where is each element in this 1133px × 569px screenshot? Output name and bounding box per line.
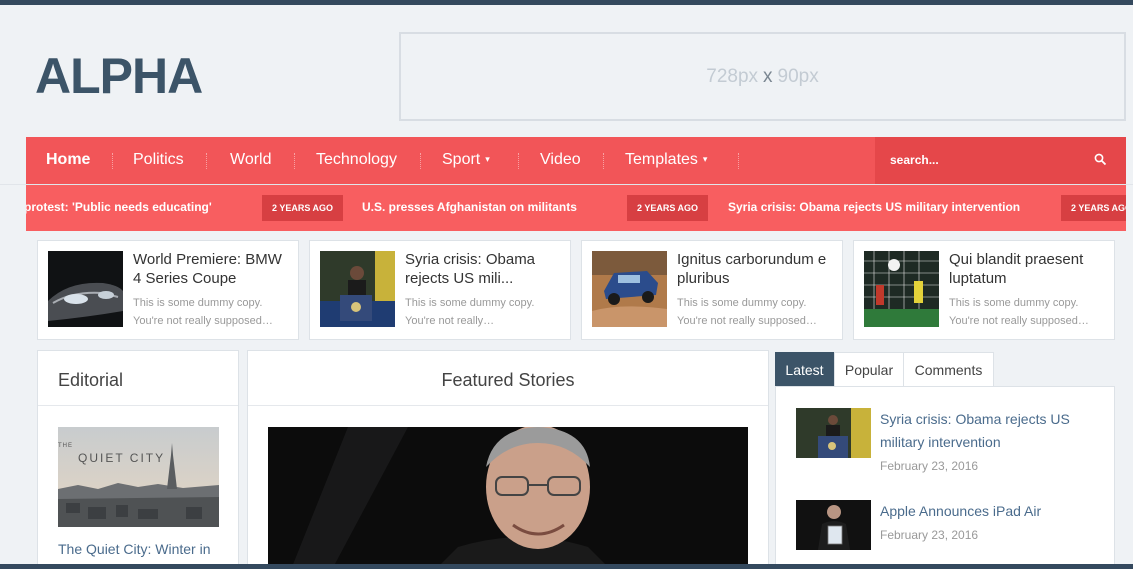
- rally-car-image: [592, 251, 667, 327]
- ticker-item-title[interactable]: U.S. presses Afghanistan on militants: [362, 200, 577, 214]
- post-title[interactable]: Qui blandit praesent luptatum: [949, 250, 1107, 288]
- nav-label: World: [230, 151, 272, 168]
- ad-banner-placeholder[interactable]: 728px x 90px: [399, 32, 1126, 121]
- nav-label: Politics: [133, 151, 184, 168]
- post-card[interactable]: Ignitus carborundum e pluribus This is s…: [581, 240, 843, 340]
- nav-item-templates[interactable]: Templates ▾: [625, 137, 707, 184]
- post-title[interactable]: Ignitus carborundum e pluribus: [677, 250, 835, 288]
- main-nav: Home Politics World Technology Sport ▾ Vi…: [26, 137, 1126, 184]
- news-ticker: protest: 'Public needs educating' 2 YEAR…: [26, 185, 1126, 231]
- nav-label: Templates: [625, 151, 698, 168]
- tab-latest[interactable]: Latest: [775, 352, 834, 387]
- featured-stories-widget: Featured Stories: [247, 350, 769, 569]
- ticker-time-badge: 2 YEARS AGO: [627, 195, 709, 221]
- ipad-thumb-image: [796, 500, 871, 550]
- sidebar-post-title[interactable]: Syria crisis: Obama rejects US military …: [880, 408, 1095, 454]
- ad-width-text: 728px: [706, 65, 759, 87]
- obama-thumb-image: [796, 408, 871, 458]
- post-excerpt: This is some dummy copy. You're not real…: [133, 297, 273, 327]
- featured-story-image[interactable]: [268, 427, 748, 569]
- nav-item-sport[interactable]: Sport ▾: [442, 137, 490, 184]
- post-thumbnail[interactable]: [864, 251, 939, 327]
- widget-title: Editorial: [38, 351, 238, 406]
- nav-item-politics[interactable]: Politics: [133, 137, 184, 184]
- post-excerpt: This is some dummy copy. You're not real…: [949, 297, 1089, 327]
- nav-label: Sport: [442, 151, 481, 168]
- nav-item-home[interactable]: Home: [46, 137, 90, 184]
- search-box: [875, 137, 1126, 184]
- search-icon: [1094, 153, 1107, 166]
- editorial-image[interactable]: [58, 427, 219, 527]
- post-card[interactable]: Qui blandit praesent luptatum This is so…: [853, 240, 1115, 340]
- site-logo[interactable]: ALPHA: [35, 47, 203, 105]
- ad-x-text: x: [763, 65, 773, 87]
- search-input[interactable]: [890, 150, 1080, 170]
- post-title[interactable]: World Premiere: BMW 4 Series Coupe: [133, 250, 291, 288]
- ticker-item-title[interactable]: Syria crisis: Obama rejects US military …: [728, 200, 1020, 214]
- sidebar-post-date: February 23, 2016: [880, 528, 979, 542]
- image-caption: QUIET CITY: [78, 451, 166, 465]
- tim-cook-image: [268, 427, 748, 569]
- caret-down-icon: ▾: [702, 154, 708, 164]
- nav-separator: [738, 153, 739, 169]
- post-thumbnail[interactable]: [48, 251, 123, 327]
- obama-podium-image: [320, 251, 395, 327]
- search-button[interactable]: [1093, 153, 1108, 168]
- image-caption-small: THE: [58, 443, 73, 449]
- widget-title: Featured Stories: [248, 351, 768, 406]
- ticker-time-badge: 2 YEARS AGO: [1061, 195, 1126, 221]
- nav-item-world[interactable]: World: [230, 137, 272, 184]
- nav-item-technology[interactable]: Technology: [316, 137, 397, 184]
- nav-separator: [420, 153, 421, 169]
- post-card[interactable]: Syria crisis: Obama rejects US mili... T…: [309, 240, 571, 340]
- nav-separator: [112, 153, 113, 169]
- post-excerpt: This is some dummy copy. You're not real…: [677, 297, 817, 327]
- sidebar-post-thumbnail[interactable]: [796, 408, 871, 458]
- car-image: [48, 251, 123, 327]
- nav-separator: [518, 153, 519, 169]
- nav-separator: [294, 153, 295, 169]
- ad-height-text: 90px: [777, 65, 819, 87]
- nav-separator: [206, 153, 207, 169]
- ticker-time-badge: 2 YEARS AGO: [262, 195, 344, 221]
- tab-comments[interactable]: Comments: [903, 352, 994, 387]
- editorial-widget: Editorial THE QUIET CITY The Quiet City:…: [37, 350, 239, 569]
- editorial-post-title[interactable]: The Quiet City: Winter in: [58, 541, 211, 557]
- ticker-item-title[interactable]: protest: 'Public needs educating': [26, 200, 212, 214]
- paris-skyline-image: [58, 427, 219, 527]
- post-title[interactable]: Syria crisis: Obama rejects US mili...: [405, 250, 563, 288]
- post-thumbnail[interactable]: [592, 251, 667, 327]
- post-thumbnail[interactable]: [320, 251, 395, 327]
- sidebar-post-title[interactable]: Apple Announces iPad Air: [880, 500, 1095, 523]
- nav-label: Technology: [316, 151, 397, 168]
- football-image: [864, 251, 939, 327]
- post-excerpt: This is some dummy copy. You're not real…: [405, 297, 535, 327]
- sidebar-post-thumbnail[interactable]: [796, 500, 871, 550]
- nav-label: Video: [540, 151, 581, 168]
- sidebar-post-date: February 23, 2016: [880, 459, 979, 473]
- post-card[interactable]: World Premiere: BMW 4 Series Coupe This …: [37, 240, 299, 340]
- bottom-scroll-edge: [0, 564, 1133, 569]
- tab-popular[interactable]: Popular: [834, 352, 904, 387]
- nav-item-video[interactable]: Video: [540, 137, 581, 184]
- nav-separator: [603, 153, 604, 169]
- nav-label: Home: [46, 151, 91, 168]
- caret-down-icon: ▾: [485, 154, 490, 164]
